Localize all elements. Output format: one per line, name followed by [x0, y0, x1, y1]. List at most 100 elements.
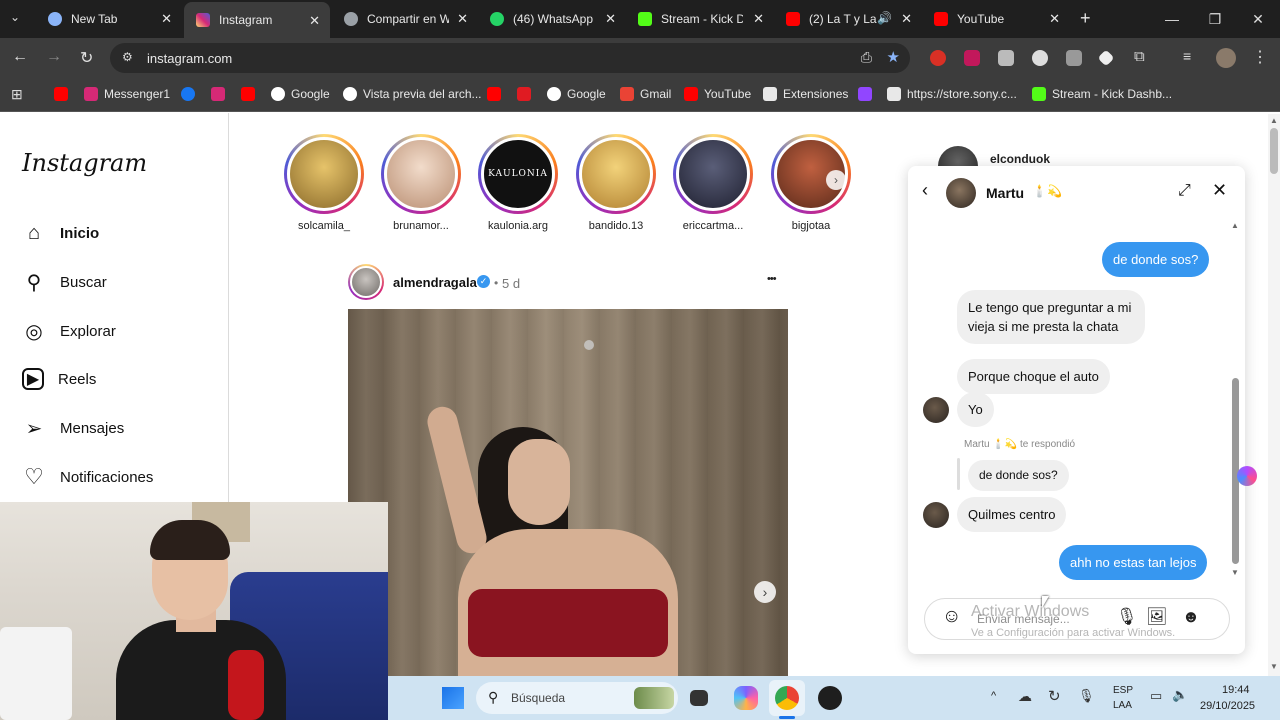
task-view-icon[interactable]: [690, 690, 708, 706]
bookmark-youtube-3[interactable]: [487, 87, 507, 101]
story-item[interactable]: KAULONIA kaulonia.arg: [478, 134, 558, 232]
reload-icon[interactable]: ↻: [80, 48, 93, 68]
install-app-icon[interactable]: ⎙: [861, 49, 872, 66]
story-item[interactable]: brunamor...: [381, 134, 461, 232]
media-controls-icon[interactable]: ≡: [1183, 48, 1191, 64]
extension-gem-icon[interactable]: [1097, 49, 1115, 67]
close-chat-icon[interactable]: ✕: [1212, 180, 1227, 201]
assistant-brain-icon[interactable]: [1237, 466, 1257, 486]
chat-back-icon[interactable]: ‹: [922, 180, 928, 201]
tab-instagram[interactable]: Instagram ✕: [184, 2, 330, 38]
carousel-next-button[interactable]: ›: [754, 581, 776, 603]
minimize-button[interactable]: —: [1150, 0, 1194, 38]
close-tab-icon[interactable]: ✕: [753, 11, 764, 27]
bookmark-youtube-4[interactable]: YouTube: [684, 87, 751, 101]
extension-shape-icon[interactable]: [1032, 50, 1048, 66]
display-icon[interactable]: ▭: [1150, 688, 1162, 704]
sender-avatar[interactable]: [923, 502, 949, 528]
bookmark-google-2[interactable]: Google: [547, 87, 606, 101]
close-tab-icon[interactable]: ✕: [605, 11, 616, 27]
bookmark-instagram[interactable]: [211, 87, 231, 101]
bookmark-kick-dashboard[interactable]: Stream - Kick Dashb...: [1032, 87, 1172, 101]
forward-icon[interactable]: →: [46, 48, 62, 66]
message-received[interactable]: Quilmes centro: [957, 497, 1067, 532]
taskbar-search[interactable]: ⚲ Búsqueda: [476, 682, 678, 714]
message-received[interactable]: Yo: [957, 392, 994, 427]
message-received[interactable]: Le tengo que preguntar a mi vieja si me …: [957, 290, 1145, 344]
close-tab-icon[interactable]: ✕: [309, 13, 320, 29]
scroll-down-icon[interactable]: ▼: [1231, 568, 1239, 577]
chat-contact-avatar[interactable]: [946, 178, 976, 208]
microphone-icon[interactable]: 🎙: [1116, 607, 1138, 627]
bookmark-messenger1[interactable]: Messenger1: [84, 87, 170, 101]
chrome-menu-icon[interactable]: ⋮: [1252, 47, 1268, 67]
bookmark-youtube[interactable]: [54, 87, 74, 101]
tab-youtube[interactable]: YouTube ✕: [922, 0, 1070, 38]
close-tab-icon[interactable]: ✕: [457, 11, 468, 27]
keyboard-layout[interactable]: LAA: [1113, 700, 1132, 711]
bookmark-gmail[interactable]: Gmail: [620, 87, 671, 101]
nav-reels[interactable]: ▶ Reels: [22, 364, 96, 394]
story-item[interactable]: solcamila_: [284, 134, 364, 232]
close-window-button[interactable]: ✕: [1236, 0, 1280, 38]
extension-red-icon[interactable]: [930, 50, 946, 66]
keyboard-language[interactable]: ESP: [1113, 685, 1133, 696]
chat-contact-name[interactable]: Martu: [986, 185, 1024, 201]
nav-explorar[interactable]: ◎ Explorar: [22, 316, 116, 346]
site-settings-icon[interactable]: ⚙: [122, 50, 133, 64]
post-image[interactable]: ›: [348, 309, 788, 677]
close-tab-icon[interactable]: ✕: [1049, 11, 1060, 27]
expand-chat-icon[interactable]: ⤢: [1178, 182, 1191, 200]
post-author-username[interactable]: almendragala: [393, 275, 477, 290]
tray-overflow-icon[interactable]: ^: [991, 690, 996, 702]
post-author-avatar[interactable]: [348, 264, 384, 300]
bookmark-twitch[interactable]: [858, 87, 878, 101]
story-item[interactable]: ericcartma...: [673, 134, 753, 232]
tab-new-tab[interactable]: New Tab ✕: [36, 0, 182, 38]
new-tab-button[interactable]: +: [1080, 8, 1091, 29]
bookmark-extensiones[interactable]: Extensiones: [763, 87, 848, 101]
bookmark-sony-store[interactable]: https://store.sony.c...: [887, 87, 1017, 101]
extension-shield-icon[interactable]: [964, 50, 980, 66]
volume-icon[interactable]: 🔈: [1172, 687, 1188, 703]
post-options-icon[interactable]: •••: [767, 273, 777, 285]
bookmark-youtube-2[interactable]: [241, 87, 261, 101]
extension-puzzle-icon[interactable]: [998, 50, 1014, 66]
clock-date[interactable]: 29/10/2025: [1200, 700, 1255, 712]
tab-kick-stream[interactable]: Stream - Kick Da ✕: [626, 0, 774, 38]
nav-buscar[interactable]: ⚲ Buscar: [22, 267, 107, 297]
onedrive-icon[interactable]: ☁: [1018, 688, 1032, 705]
tab-youtube-live[interactable]: (2) La T y La 🔊 ✕: [774, 0, 922, 38]
chrome-icon[interactable]: [775, 686, 799, 710]
audio-playing-icon[interactable]: 🔊: [877, 11, 892, 25]
sync-icon[interactable]: ↻: [1048, 687, 1061, 705]
nav-mensajes[interactable]: ➢ Mensajes: [22, 413, 125, 443]
windows-start-icon[interactable]: [442, 687, 464, 709]
tab-whatsapp[interactable]: (46) WhatsApp ✕: [478, 0, 626, 38]
suggested-username[interactable]: elconduok: [990, 152, 1050, 166]
back-icon[interactable]: ←: [12, 48, 28, 66]
message-received[interactable]: Porque choque el auto: [957, 359, 1110, 394]
message-sent[interactable]: de donde sos?: [1102, 242, 1210, 277]
stories-next-button[interactable]: ›: [826, 170, 846, 190]
story-item[interactable]: bandido.13: [576, 134, 656, 232]
extensions-icon[interactable]: ⧉: [1134, 48, 1145, 65]
bookmark-red-app[interactable]: [517, 87, 537, 101]
sender-avatar[interactable]: [923, 397, 949, 423]
bookmark-vista-previa[interactable]: Vista previa del arch...: [343, 87, 482, 101]
page-scroll-down-icon[interactable]: ▼: [1270, 662, 1278, 671]
quoted-message[interactable]: de donde sos?: [968, 460, 1069, 491]
close-tab-icon[interactable]: ✕: [901, 11, 912, 27]
tray-mic-icon[interactable]: 🎙: [1078, 688, 1095, 704]
page-scrollbar-thumb[interactable]: [1270, 128, 1278, 174]
close-tab-icon[interactable]: ✕: [161, 11, 172, 27]
extension-off-icon[interactable]: [1066, 50, 1082, 66]
sticker-icon[interactable]: ☻: [1182, 607, 1200, 627]
clock-time[interactable]: 19:44: [1222, 684, 1250, 696]
bookmark-star-icon[interactable]: ★: [887, 48, 900, 66]
bookmark-google[interactable]: Google: [271, 87, 330, 101]
apps-grid-icon[interactable]: ⊞: [11, 86, 23, 103]
image-upload-icon[interactable]: 🖼: [1146, 607, 1168, 627]
copilot-icon[interactable]: [734, 686, 758, 710]
bookmark-facebook[interactable]: [181, 87, 201, 101]
